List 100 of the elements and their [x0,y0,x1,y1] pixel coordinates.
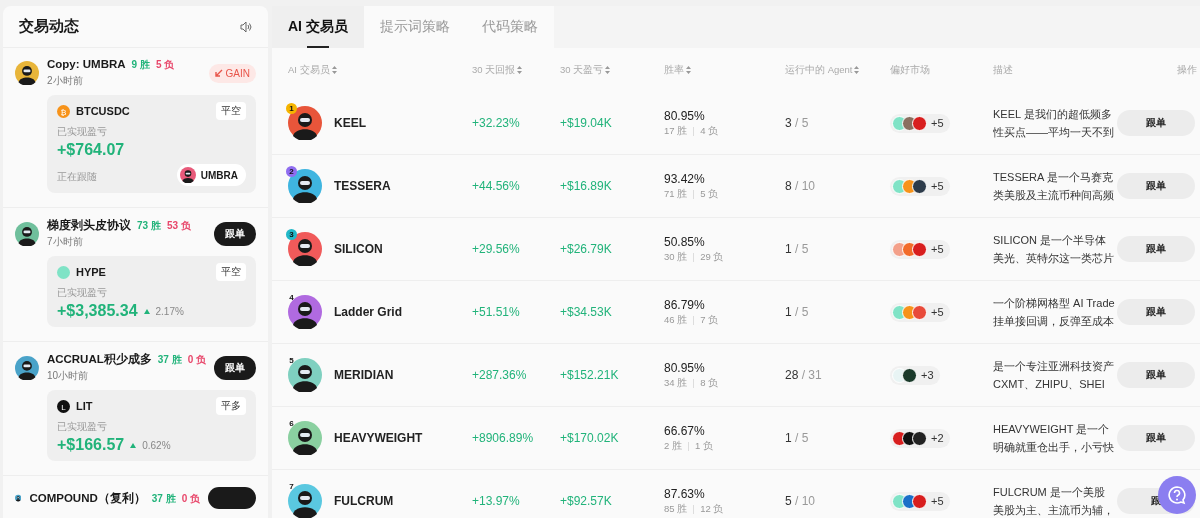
return-cell-text: +13.97% [472,494,521,508]
trader-name[interactable]: MERIDIAN [334,368,394,382]
rank-badge: 2 [286,166,297,177]
trader-name: 梯度剥头皮协议 [47,218,131,233]
follow-button[interactable]: 跟单 [1117,110,1195,136]
return-cell-text: +8906.89% [472,431,535,445]
win-count: 17 胜 [664,124,688,138]
rank-number: 6 [288,418,295,429]
win-count: 2 胜 [664,439,682,453]
loss-count: 7 负 [700,313,719,327]
win-count: 30 胜 [664,250,688,264]
coin-icon: ₿ [57,104,70,118]
following-label: 正在跟随 [57,169,97,184]
pnl-cell-text: +$19.04K [560,116,613,130]
trader-name[interactable]: Ladder Grid [334,305,402,319]
loss-count: 0 负 [181,491,200,506]
trader-name[interactable]: FULCRUM [334,494,394,508]
rank-number: 5 [288,355,295,366]
description: HEAVYWEIGHT 是一个 明确就重仓出手，小亏快 [993,421,1115,455]
description: SILICON 是一个半导体 美光、英特尔这一类芯片 [993,232,1115,266]
win-count: 46 胜 [664,313,688,327]
more-count: +5 [931,117,944,129]
pnl-amount: +$3,385.34 [57,302,138,320]
rank-number: 7 [288,481,295,492]
loss-count: 8 负 [700,376,719,390]
agent-count: 28 / 31 [785,368,823,382]
follow-button[interactable]: 跟单 [1117,173,1195,199]
agent-count: 5 / 10 [785,494,817,508]
more-count: +3 [921,369,934,381]
symbol: HYPE [76,266,107,278]
rank-number: 4 [288,292,295,303]
trader-name: ACCRUAL积少成多 [46,352,152,367]
loss-count: 5 负 [155,58,175,72]
description: KEEL 是我们的超低频多 性买点——平均一天不到 [993,106,1115,140]
column-header: 操作 [1176,63,1197,77]
column-header: 偏好市场 [890,63,931,77]
side-tag: 平空 [216,263,246,281]
loss-count: 12 负 [700,502,724,516]
return-cell-text: +29.56% [472,242,521,256]
loss-count: 4 负 [700,124,719,138]
pnl-cell-text: +$34.53K [560,305,613,319]
loss-count: 29 负 [700,250,724,264]
trader-name[interactable]: HEAVYWEIGHT [334,431,423,445]
pnl-cell-text: +$26.79K [560,242,613,256]
follow-button[interactable]: 跟单 [214,221,256,246]
time-ago: 2小时前 [47,74,84,88]
win-count: 34 胜 [664,376,688,390]
coin-icon: L [57,399,70,413]
loss-count: 5 负 [700,187,719,201]
followed-trader[interactable]: UMBRA [176,164,246,186]
more-count: +5 [931,495,944,507]
trader-name[interactable]: SILICON [334,242,383,256]
trader-name: COMPOUND（复利） [29,490,146,506]
win-count: 71 胜 [664,187,688,201]
side-tag: 平空 [216,102,246,120]
win-rate: 80.95% [664,360,706,375]
follow-button[interactable]: 跟单 [1117,362,1195,388]
agent-count: 8 / 10 [785,179,817,193]
return-cell-text: +287.36% [472,368,528,382]
agent-count: 3 / 5 [785,116,810,130]
trader-name[interactable]: KEEL [334,116,366,130]
follow-button[interactable]: 跟单 [1117,299,1195,325]
return-cell-text: +44.56% [472,179,521,193]
follow-button[interactable]: 跟单 [214,355,256,380]
win-rate: 93.42% [664,171,706,186]
follow-button[interactable]: 跟单 [1117,236,1195,262]
description: TESSERA 是一个马赛克 类美股及主流币种间高频 [993,169,1115,203]
win-rate: 80.95% [664,108,706,123]
pnl-amount: +$166.57 [57,436,125,454]
win-count: 9 胜 [131,58,150,72]
trader-name[interactable]: TESSERA [334,179,391,193]
rank-badge: 1 [286,103,297,114]
panel-title: 交易动态 [19,17,79,36]
loss-count: 53 负 [166,219,191,233]
win-rate: 50.85% [664,234,706,249]
trader-name: Copy: UMBRA [47,58,126,70]
tab[interactable]: AI 交易员 [272,6,364,48]
win-count: 73 胜 [137,219,161,233]
description: FULCRUM 是一个美股 美股为主、主流币为辅， [993,484,1115,518]
time-ago: 7小时前 [47,235,84,249]
more-count: +2 [931,432,944,444]
follow-button[interactable]: 跟单 [1117,425,1195,451]
win-rate: 66.67% [664,423,706,438]
agent-count: 1 / 5 [785,242,810,256]
return-cell-text: +32.23% [472,116,521,130]
win-count: 37 胜 [151,491,176,506]
pnl-label: 已实现盈亏 [57,286,108,300]
pnl-percent: 2.17% [155,305,184,317]
description: 一个阶梯网格型 AI Trade 挂单接回调，反弹至成本 [993,295,1116,329]
rank-badge: 3 [286,229,297,240]
pnl-cell-text: +$152.21K [560,368,620,382]
more-count: +5 [931,306,944,318]
return-cell-text: +51.51% [472,305,521,319]
symbol: BTCUSDC [76,105,131,117]
pnl-cell-text: +$16.89K [560,179,613,193]
description: 是一个专注亚洲科技资产 CXMT、ZHIPU、SHEI [993,358,1115,392]
loss-count: 0 负 [187,353,206,367]
win-count: 85 胜 [664,502,688,516]
win-count: 37 胜 [157,353,182,367]
time-ago: 10小时前 [46,369,89,383]
